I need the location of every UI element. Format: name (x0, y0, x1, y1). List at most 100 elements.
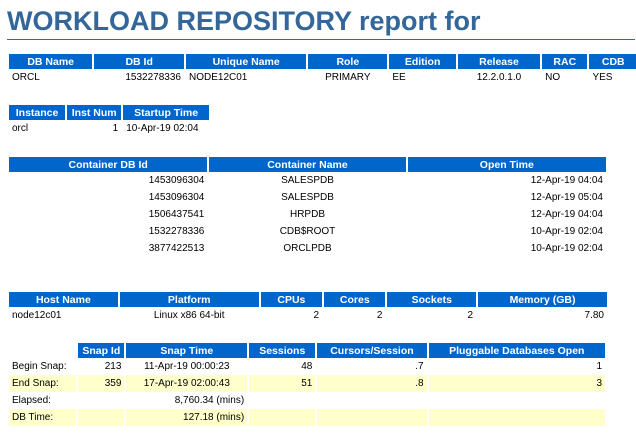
table-row: DB Time: 127.18 (mins) (9, 409, 605, 426)
col-header-cursors-session: Cursors/Session (317, 343, 427, 358)
col-header-container-name: Container Name (209, 157, 406, 172)
cell-snap-label: DB Time: (9, 409, 77, 426)
cell-snap-time: 8,760.34 (mins) (126, 392, 248, 409)
col-header-instance: Instance (9, 105, 66, 120)
db-info-table: DB Name DB Id Unique Name Role Edition R… (7, 54, 636, 86)
col-header-platform: Platform (119, 292, 259, 307)
cell-pdbs-open (428, 409, 605, 426)
cell-instance: orcl (9, 120, 66, 137)
instance-table: Instance Inst Num Startup Time orcl 1 10… (7, 105, 211, 137)
cell-open-time: 12-Apr-19 05:04 (407, 189, 606, 206)
cell-db-name: ORCL (9, 69, 93, 86)
cell-sessions (249, 409, 316, 426)
cell-cursors-session (317, 409, 427, 426)
cell-sessions (249, 392, 316, 409)
col-header-db-name: DB Name (9, 54, 93, 69)
cell-snap-id (78, 392, 125, 409)
cell-pdbs-open: 3 (428, 375, 605, 392)
cell-container-db-id: 1453096304 (9, 189, 208, 206)
col-header-startup-time: Startup Time (123, 105, 209, 120)
table-row: 1532278336 CDB$ROOT 10-Apr-19 02:04 (9, 223, 606, 240)
col-header-cpus: CPUs (260, 292, 323, 307)
col-header-open-time: Open Time (407, 157, 606, 172)
col-header-cdb: CDB (589, 54, 636, 69)
col-header-snap-time: Snap Time (126, 343, 248, 358)
col-header-container-db-id: Container DB Id (9, 157, 208, 172)
cell-memory-gb: 7.80 (478, 307, 607, 324)
col-header-memory-gb: Memory (GB) (478, 292, 607, 307)
col-header-pluggable-databases-open: Pluggable Databases Open (428, 343, 605, 358)
title-underline (7, 39, 635, 40)
col-header-cores: Cores (324, 292, 386, 307)
cell-pdbs-open (428, 392, 605, 409)
cell-snap-id: 359 (78, 375, 125, 392)
cell-sessions: 51 (249, 375, 316, 392)
cell-snap-id (78, 409, 125, 426)
table-row: Elapsed: 8,760.34 (mins) (9, 392, 605, 409)
cell-role: PRIMARY (308, 69, 388, 86)
col-header-role: Role (308, 54, 388, 69)
cell-snap-label: Elapsed: (9, 392, 77, 409)
table-row: 3877422513 ORCLPDB 10-Apr-19 02:04 (9, 240, 606, 257)
container-table: Container DB Id Container Name Open Time… (7, 157, 608, 257)
cell-db-id: 1532278336 (94, 69, 184, 86)
col-header-sockets: Sockets (387, 292, 477, 307)
cell-snap-time: 127.18 (mins) (126, 409, 248, 426)
cell-unique-name: NODE12C01 (186, 69, 307, 86)
cell-pdbs-open: 1 (428, 358, 605, 375)
cell-cursors-session (317, 392, 427, 409)
cell-open-time: 10-Apr-19 02:04 (407, 240, 606, 257)
cell-open-time: 12-Apr-19 04:04 (407, 172, 606, 189)
col-header-release: Release (457, 54, 541, 69)
cell-container-name: ORCLPDB (209, 240, 406, 257)
cell-snap-time: 17-Apr-19 02:00:43 (126, 375, 248, 392)
host-table: Host Name Platform CPUs Cores Sockets Me… (7, 292, 609, 324)
cell-cpus: 2 (260, 307, 323, 324)
cell-snap-label: End Snap: (9, 375, 77, 392)
cell-open-time: 12-Apr-19 04:04 (407, 206, 606, 223)
snapshot-table: Snap Id Snap Time Sessions Cursors/Sessi… (7, 343, 607, 426)
cell-startup-time: 10-Apr-19 02:04 (123, 120, 209, 137)
col-header-inst-num: Inst Num (67, 105, 122, 120)
col-header-unique-name: Unique Name (186, 54, 307, 69)
report-title: WORKLOAD REPOSITORY report for (7, 6, 481, 36)
col-header-edition: Edition (389, 54, 456, 69)
table-row: 1453096304 SALESPDB 12-Apr-19 04:04 (9, 172, 606, 189)
table-row: node12c01 Linux x86 64-bit 2 2 2 7.80 (9, 307, 607, 324)
table-row: 1453096304 SALESPDB 12-Apr-19 05:04 (9, 189, 606, 206)
cell-container-db-id: 3877422513 (9, 240, 208, 257)
table-row: ORCL 1532278336 NODE12C01 PRIMARY EE 12.… (9, 69, 636, 86)
cell-inst-num: 1 (67, 120, 122, 137)
cell-host-name: node12c01 (9, 307, 118, 324)
table-row: End Snap: 359 17-Apr-19 02:00:43 51 .8 3 (9, 375, 605, 392)
cell-container-name: HRPDB (209, 206, 406, 223)
col-header-host-name: Host Name (9, 292, 118, 307)
cell-container-db-id: 1506437541 (9, 206, 208, 223)
cell-open-time: 10-Apr-19 02:04 (407, 223, 606, 240)
cell-cores: 2 (324, 307, 386, 324)
table-row: 1506437541 HRPDB 12-Apr-19 04:04 (9, 206, 606, 223)
col-header-snap-id: Snap Id (78, 343, 125, 358)
cell-cursors-session: .7 (317, 358, 427, 375)
table-row: Begin Snap: 213 11-Apr-19 00:00:23 48 .7… (9, 358, 605, 375)
col-header-rac: RAC (542, 54, 588, 69)
cell-sessions: 48 (249, 358, 316, 375)
cell-cdb: YES (589, 69, 636, 86)
snap-header-spacer (9, 343, 77, 358)
cell-container-db-id: 1453096304 (9, 172, 208, 189)
cell-container-name: CDB$ROOT (209, 223, 406, 240)
cell-container-name: SALESPDB (209, 172, 406, 189)
table-row: orcl 1 10-Apr-19 02:04 (9, 120, 209, 137)
cell-snap-id: 213 (78, 358, 125, 375)
cell-release: 12.2.0.1.0 (457, 69, 541, 86)
cell-edition: EE (389, 69, 456, 86)
col-header-sessions: Sessions (249, 343, 316, 358)
cell-container-db-id: 1532278336 (9, 223, 208, 240)
cell-cursors-session: .8 (317, 375, 427, 392)
cell-sockets: 2 (387, 307, 477, 324)
col-header-db-id: DB Id (94, 54, 184, 69)
cell-snap-label: Begin Snap: (9, 358, 77, 375)
cell-snap-time: 11-Apr-19 00:00:23 (126, 358, 248, 375)
cell-container-name: SALESPDB (209, 189, 406, 206)
cell-platform: Linux x86 64-bit (119, 307, 259, 324)
